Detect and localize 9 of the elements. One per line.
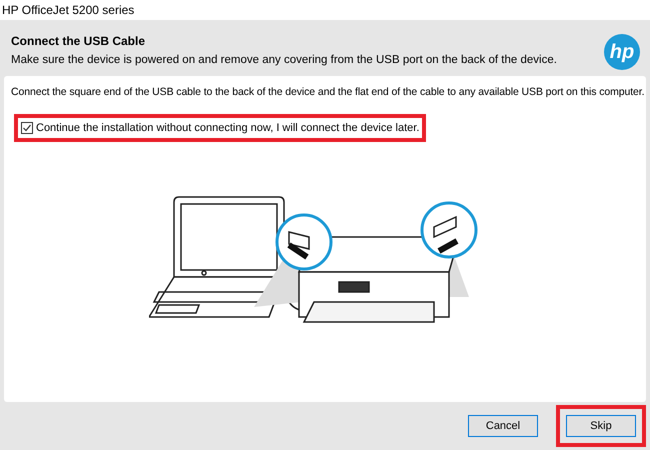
window-title: HP OfficeJet 5200 series [2,3,134,17]
hp-logo: hp [604,34,640,70]
continue-checkbox[interactable]: Continue the installation without connecting now, I will connect the device later. [21,122,420,134]
dialog-button[interactable]: Skip [566,415,636,437]
checkmark-icon [22,123,32,133]
dialog-button[interactable]: Cancel [468,415,538,437]
instruction-text: Connect the square end of the USB cable to the back of the device and the flat end of the cable to any available USB port on this computer. [11,86,646,98]
page-title: Connect the USB Cable [11,34,146,48]
page-subtitle: Make sure the device is powered on and remove any covering from the USB port on the back of the device. [11,54,557,66]
